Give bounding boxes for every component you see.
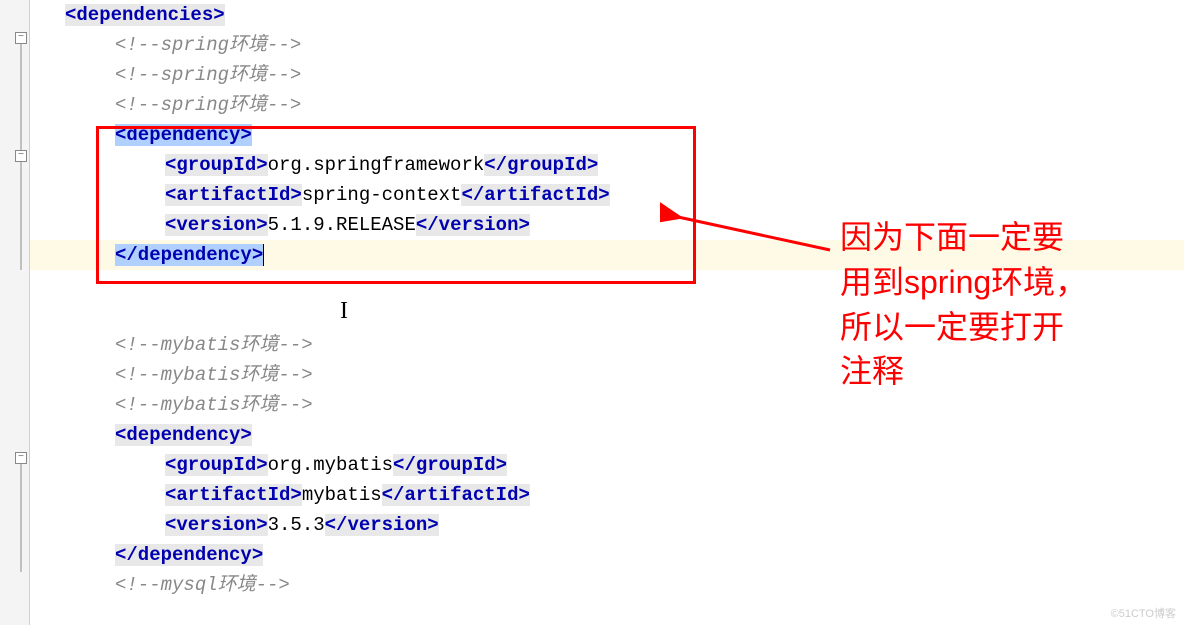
code-line: <dependencies> [35,0,1184,30]
code-line: <groupId>org.springframework</groupId> [35,150,1184,180]
annotation-line: 注释 [840,349,1087,394]
xml-text: org.springframework [268,154,485,176]
code-line: <!--mybatis环境--> [35,390,1184,420]
xml-tag: </groupId> [484,154,598,176]
xml-comment: <!--mybatis环境--> [115,394,313,416]
xml-tag: </version> [416,214,530,236]
code-line: <!--spring环境--> [35,90,1184,120]
code-line: <artifactId>mybatis</artifactId> [35,480,1184,510]
xml-tag: </artifactId> [461,184,609,206]
fold-marker-icon[interactable]: − [15,32,27,44]
xml-comment: <!--mybatis环境--> [115,364,313,386]
xml-text: org.mybatis [268,454,393,476]
xml-comment: <!--mybatis环境--> [115,334,313,356]
xml-tag: <version> [165,514,268,536]
editor-gutter: − − − [0,0,30,625]
code-line: </dependency> [35,540,1184,570]
xml-text: spring-context [302,184,462,206]
xml-tag: <groupId> [165,154,268,176]
text-cursor-icon: I [340,298,348,325]
annotation-text: 因为下面一定要 用到spring环境， 所以一定要打开 注释 [840,215,1087,394]
xml-tag: <groupId> [165,454,268,476]
xml-text: 3.5.3 [268,514,325,536]
xml-tag: <artifactId> [165,484,302,506]
code-line: <version>3.5.3</version> [35,510,1184,540]
watermark-text: ©51CTO博客 [1111,605,1176,621]
xml-tag: </version> [325,514,439,536]
code-line: <dependency> [35,420,1184,450]
xml-tag: <dependencies> [65,4,225,26]
fold-marker-icon[interactable]: − [15,150,27,162]
code-line: <artifactId>spring-context</artifactId> [35,180,1184,210]
xml-tag: <dependency> [115,424,252,446]
xml-tag: </dependency> [115,544,263,566]
code-line: <!--spring环境--> [35,30,1184,60]
xml-tag: <artifactId> [165,184,302,206]
code-line: <!--mysql环境--> [35,570,1184,600]
xml-tag: </groupId> [393,454,507,476]
annotation-line: 用到spring环境， [840,260,1087,305]
xml-tag: </artifactId> [382,484,530,506]
xml-tag: </dependency> [115,244,263,266]
annotation-line: 因为下面一定要 [840,215,1087,260]
xml-tag: <dependency> [115,124,252,146]
code-line: <dependency> [35,120,1184,150]
xml-comment: <!--spring环境--> [115,34,301,56]
xml-text: mybatis [302,484,382,506]
xml-comment: <!--spring环境--> [115,94,301,116]
xml-text: 5.1.9.RELEASE [268,214,416,236]
fold-marker-icon[interactable]: − [15,452,27,464]
code-line: <!--spring环境--> [35,60,1184,90]
annotation-line: 所以一定要打开 [840,305,1087,350]
xml-comment: <!--spring环境--> [115,64,301,86]
code-line: <groupId>org.mybatis</groupId> [35,450,1184,480]
xml-tag: <version> [165,214,268,236]
xml-comment: <!--mysql环境--> [115,574,290,596]
